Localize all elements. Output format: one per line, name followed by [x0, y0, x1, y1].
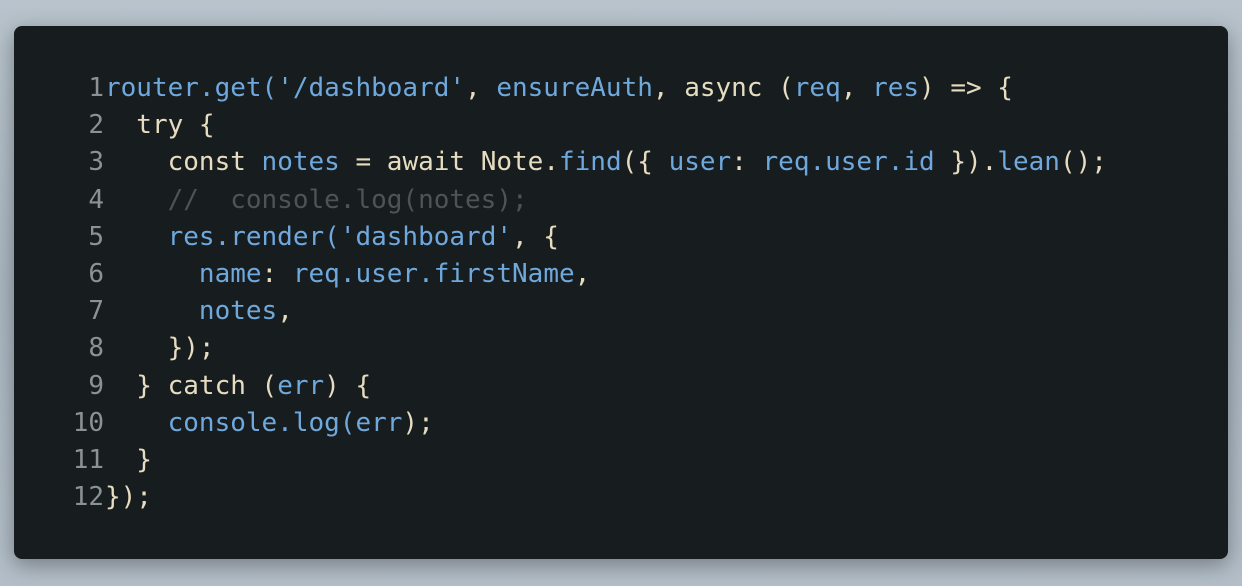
code-token-default: : — [261, 258, 293, 289]
line-content: // console.log(notes); — [104, 182, 528, 219]
code-token-property: name — [105, 258, 262, 289]
line-content: const notes = await Note.find({ user: re… — [104, 144, 1107, 181]
code-line: 7 notes, — [70, 293, 1208, 330]
code-token-function: lean — [997, 147, 1060, 178]
code-line: 10 console.log(err); — [70, 405, 1208, 442]
code-token-property: err — [277, 370, 325, 401]
line-number: 8 — [88, 333, 104, 364]
code-token-default: , — [277, 296, 293, 327]
code-token-default: , — [840, 73, 873, 103]
code-token-property: user — [668, 147, 732, 178]
code-token-default: ) { — [324, 370, 372, 401]
code-token-string: 'dashboard' — [339, 221, 512, 252]
code-window: 1 router.get('/dashboard', ensureAuth, as… — [14, 26, 1228, 559]
line-content: router.get('/dashboard', ensureAuth, asy… — [104, 70, 1013, 107]
code-token-default: ({ — [621, 147, 669, 178]
code-token-function: res.render( — [105, 221, 340, 252]
code-token-property: notes — [261, 147, 340, 178]
code-token-property: req — [793, 73, 841, 103]
code-line: 4 // console.log(notes); — [70, 182, 1208, 219]
line-content: name: req.user.firstName, — [104, 256, 590, 293]
line-content: } — [104, 442, 152, 479]
code-block: 1 router.get('/dashboard', ensureAuth, as… — [70, 70, 1208, 516]
code-token-default: (); — [1059, 147, 1107, 178]
code-line: 6 name: req.user.firstName, — [70, 256, 1208, 293]
code-token-default: } catch ( — [105, 370, 278, 401]
line-number: 7 — [88, 296, 104, 327]
code-token-default: } — [105, 444, 152, 475]
code-token-property: notes — [105, 296, 278, 327]
code-token-property: res — [872, 73, 920, 103]
code-line: 12}); — [70, 479, 1208, 516]
code-token-property: req.user.id — [762, 147, 935, 178]
code-token-default: const — [105, 147, 262, 178]
line-content: } catch (err) { — [104, 368, 371, 405]
line-number: 2 — [88, 110, 104, 141]
code-line: 5 res.render('dashboard', { — [70, 219, 1208, 256]
line-number: 6 — [88, 258, 104, 289]
code-token-property: req.user.firstName — [292, 258, 575, 289]
code-token-default: ); — [402, 407, 434, 438]
code-line: 8 }); — [70, 330, 1208, 367]
code-token-function: router.get( — [105, 73, 278, 103]
code-token-default: : — [731, 147, 763, 178]
code-token-default: ) => { — [919, 73, 1013, 103]
code-line: 1 router.get('/dashboard', ensureAuth, as… — [70, 70, 1208, 107]
code-line: 2 try { — [70, 107, 1208, 144]
line-content: console.log(err); — [104, 405, 434, 442]
line-content: }); — [104, 330, 215, 367]
code-token-default: , — [465, 73, 497, 103]
line-content: try { — [104, 107, 215, 144]
code-token-property: err — [355, 407, 403, 438]
code-token-function: find — [558, 147, 622, 178]
line-content: }); — [104, 479, 152, 516]
code-line: 9 } catch (err) { — [70, 368, 1208, 405]
code-token-function: console.log( — [105, 407, 356, 438]
line-number: 11 — [72, 444, 104, 475]
code-token-function: ensureAuth — [496, 73, 653, 103]
code-token-comment: // console.log(notes); — [105, 184, 528, 215]
code-line: 11 } — [70, 442, 1208, 479]
code-token-default: }); — [105, 482, 152, 513]
line-number: 9 — [88, 370, 104, 401]
code-line: 3 const notes = await Note.find({ user: … — [70, 144, 1208, 181]
line-number: 12 — [72, 482, 104, 513]
code-token-default: }). — [934, 147, 998, 178]
line-number: 3 — [88, 147, 104, 178]
line-content: res.render('dashboard', { — [104, 219, 559, 256]
line-number: 5 — [88, 221, 104, 252]
code-token-string: '/dashboard' — [277, 73, 466, 103]
code-token-default: = await Note. — [339, 147, 559, 178]
code-token-default: , { — [512, 221, 559, 252]
line-number: 4 — [88, 184, 104, 215]
code-token-default: try { — [105, 110, 215, 141]
code-token-default: }); — [105, 333, 215, 364]
code-token-default: , async ( — [652, 73, 794, 103]
line-content: notes, — [104, 293, 293, 330]
line-number: 10 — [72, 407, 104, 438]
code-token-default: , — [574, 258, 591, 289]
line-number: 1 — [88, 73, 104, 103]
